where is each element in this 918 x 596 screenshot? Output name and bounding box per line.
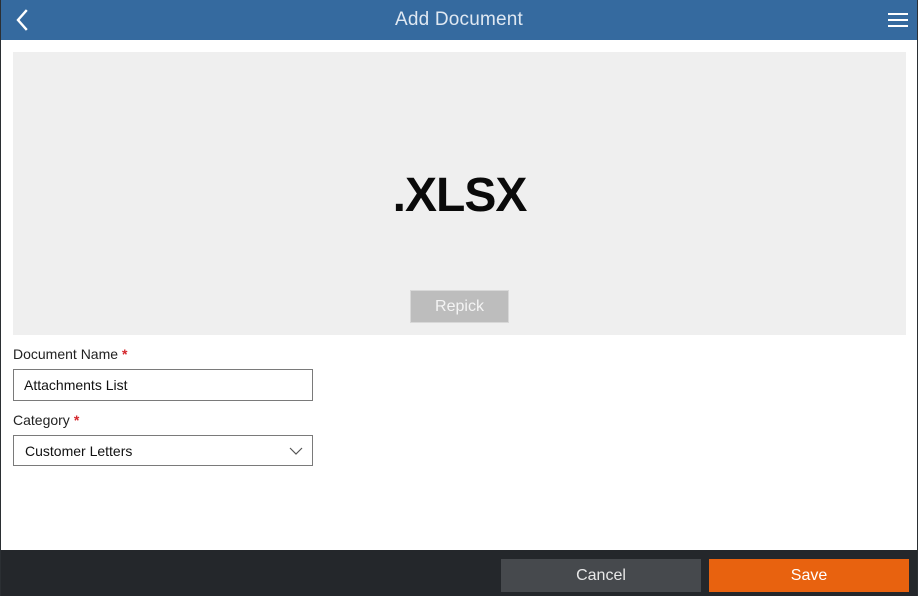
document-preview: .XLSX Repick: [13, 52, 906, 335]
footer-bar: Cancel Save: [1, 550, 917, 596]
header-bar: Add Document: [1, 0, 917, 40]
required-marker: *: [73, 412, 80, 428]
category-label: Category *: [13, 412, 79, 428]
menu-button[interactable]: [887, 10, 909, 30]
document-name-input[interactable]: Attachments List: [13, 369, 313, 401]
document-name-value: Attachments List: [24, 377, 128, 393]
category-value: Customer Letters: [25, 442, 133, 459]
add-document-window: Add Document .XLSX Repick Document Name *…: [0, 0, 918, 596]
cancel-button[interactable]: Cancel: [501, 559, 701, 592]
category-label-text: Category: [13, 412, 70, 428]
repick-button[interactable]: Repick: [410, 290, 509, 323]
file-extension-label: .XLSX: [392, 169, 528, 222]
chevron-down-icon: [289, 447, 303, 455]
hamburger-menu-icon: [888, 13, 908, 27]
save-button[interactable]: Save: [709, 559, 909, 592]
back-button[interactable]: [11, 8, 35, 32]
document-name-label-text: Document Name: [13, 346, 119, 362]
page-title: Add Document: [394, 9, 524, 30]
required-marker: *: [122, 346, 128, 362]
chevron-left-icon: [16, 9, 28, 31]
category-select[interactable]: Customer Letters: [13, 435, 313, 466]
document-name-label: Document Name *: [13, 346, 128, 362]
